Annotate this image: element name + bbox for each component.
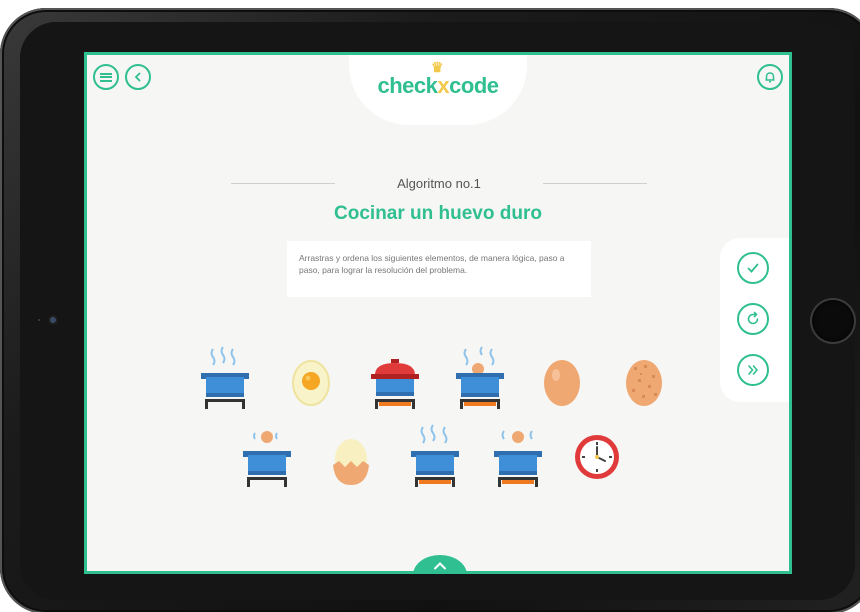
check-icon: [747, 263, 759, 273]
camera-icon: [50, 317, 56, 323]
check-button[interactable]: [737, 252, 769, 284]
peeled-egg-icon: [333, 439, 369, 485]
logo-text-end: code: [449, 73, 499, 98]
egg-yolk-icon: [292, 360, 330, 406]
expand-tab[interactable]: [413, 555, 467, 571]
item-speckled-egg[interactable]: [616, 345, 672, 409]
logo-tab: ♛ checkxcode: [349, 55, 527, 125]
clock-icon: [575, 435, 619, 479]
item-pot-steaming-lit-stove[interactable]: [407, 423, 463, 487]
menu-button[interactable]: [93, 64, 119, 90]
reset-button[interactable]: [737, 303, 769, 335]
item-egg-cracked-yolk[interactable]: [283, 345, 339, 409]
algorithm-number: Algoritmo no.1: [397, 175, 481, 191]
home-button[interactable]: [812, 300, 854, 342]
app-screen: ♛ checkxcode Algoritmo no.1 Cocinar un hu…: [84, 52, 792, 574]
item-pot-lid-lit-stove[interactable]: [367, 345, 423, 409]
egg-pot-icon: [243, 431, 291, 487]
bell-icon: [765, 72, 775, 83]
divider-right: [542, 182, 647, 184]
divider-left: [231, 182, 335, 184]
menu-icon: [100, 72, 112, 82]
chevron-left-icon: [134, 72, 141, 82]
next-button[interactable]: [737, 354, 769, 386]
item-pot-steaming-unlit-stove[interactable]: [197, 345, 253, 409]
pot-icon: [201, 346, 249, 409]
back-button[interactable]: [125, 64, 151, 90]
item-pot-egg-steaming-lit-stove-2[interactable]: [490, 423, 546, 487]
crown-icon: ♛: [431, 59, 444, 75]
item-clock[interactable]: [569, 423, 625, 487]
instruction-text: Arrastras y ordena los siguientes elemen…: [299, 253, 565, 275]
boiling-egg-pot-icon: [494, 430, 542, 487]
subtitle-row: Algoritmo no.1: [231, 173, 647, 193]
item-whole-egg[interactable]: [534, 345, 590, 409]
chevron-up-icon: [434, 562, 446, 570]
item-pot-egg-unlit-stove[interactable]: [239, 423, 295, 487]
boiling-egg-pot-icon: [456, 346, 504, 409]
instruction-box: Arrastras y ordena los siguientes elemen…: [287, 241, 591, 297]
lidded-pot-icon: [371, 359, 419, 409]
item-pot-egg-steaming-lit-stove[interactable]: [452, 345, 508, 409]
refresh-icon: [747, 311, 759, 325]
notifications-button[interactable]: [757, 64, 783, 90]
page-title: Cocinar un huevo duro: [334, 203, 542, 224]
action-panel: [720, 238, 789, 402]
speckled-egg-icon: [626, 360, 662, 406]
logo-x: x: [437, 73, 450, 98]
logo-text-start: check: [377, 73, 438, 98]
steaming-pot-icon: [411, 424, 459, 487]
item-peeled-egg[interactable]: [323, 423, 379, 487]
egg-icon: [544, 360, 580, 406]
app-logo[interactable]: ♛ checkxcode: [349, 59, 527, 99]
double-chevron-right-icon: [748, 365, 759, 375]
sensor: [38, 319, 40, 321]
